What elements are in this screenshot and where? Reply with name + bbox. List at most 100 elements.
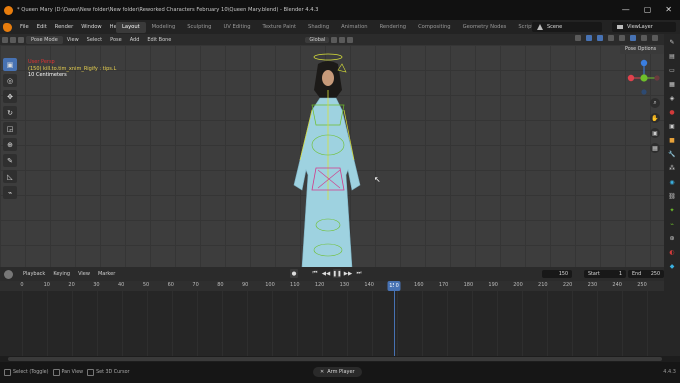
measure-icon[interactable]: ◺: [3, 170, 17, 183]
menu-keying[interactable]: Keying: [49, 271, 74, 277]
bone-constraints-icon[interactable]: ⊛: [667, 233, 678, 244]
material-icon[interactable]: ◐: [667, 247, 678, 258]
object-icon[interactable]: ■: [667, 135, 678, 146]
menu-select[interactable]: Select: [83, 37, 106, 43]
maximize-button[interactable]: ▢: [644, 5, 652, 14]
timeline-ruler[interactable]: 0102030405060708090100110120130140150160…: [0, 281, 664, 291]
pause-icon[interactable]: ❚❚: [332, 269, 342, 278]
tab-modeling[interactable]: Modeling: [146, 22, 182, 33]
particles-icon[interactable]: ⁂: [667, 163, 678, 174]
solid-shading-icon[interactable]: [630, 35, 636, 41]
rotate-icon[interactable]: ↻: [3, 106, 17, 119]
select-mode-icon[interactable]: [10, 36, 16, 43]
jump-end-icon[interactable]: ⏭: [355, 269, 363, 278]
menu-edit-bone[interactable]: Edit Bone: [143, 37, 175, 43]
annotate-icon[interactable]: ✎: [3, 154, 17, 167]
rendered-shading-icon[interactable]: [652, 35, 658, 41]
tab-shading[interactable]: Shading: [302, 22, 335, 33]
pose-options-dropdown[interactable]: Pose Options: [620, 45, 664, 54]
texture-icon[interactable]: ◆: [667, 261, 678, 272]
auto-key-icon[interactable]: ●: [290, 269, 298, 278]
navigation-gizmo[interactable]: [626, 58, 662, 98]
clock-icon[interactable]: [4, 269, 13, 279]
tab-animation[interactable]: Animation: [335, 22, 373, 33]
menu-timeline-view[interactable]: View: [74, 271, 94, 277]
data-icon[interactable]: ✦: [667, 205, 678, 216]
world-icon[interactable]: ●: [667, 107, 678, 118]
blender-menu-icon[interactable]: [3, 22, 12, 32]
grid-icon[interactable]: ▦: [650, 143, 660, 153]
scale-icon[interactable]: ◲: [3, 122, 17, 135]
proportional-edit-icon[interactable]: [347, 36, 354, 43]
timeline-scrollbar[interactable]: [8, 357, 662, 361]
ruler-tick-label: 30: [93, 282, 100, 288]
menu-view[interactable]: View: [63, 37, 83, 43]
move-icon[interactable]: ✥: [3, 90, 17, 103]
tab-texture-paint[interactable]: Texture Paint: [257, 22, 302, 33]
view-layer-icon[interactable]: ▦: [667, 79, 678, 90]
collection-icon[interactable]: ▣: [667, 121, 678, 132]
minimize-button[interactable]: —: [622, 5, 630, 14]
jump-start-icon[interactable]: ⏮: [311, 269, 319, 278]
menu-add[interactable]: Add: [126, 37, 144, 43]
bone-props-icon[interactable]: ⌁: [667, 219, 678, 230]
tab-compositing[interactable]: Compositing: [412, 22, 457, 33]
ruler-tick-label: 110: [290, 282, 300, 288]
current-frame-field[interactable]: 150: [542, 270, 572, 278]
constraints-icon[interactable]: ⛓: [667, 191, 678, 202]
snap-icon[interactable]: [339, 36, 346, 43]
tab-rendering[interactable]: Rendering: [374, 22, 413, 33]
gizmo-z-axis[interactable]: [640, 59, 648, 67]
zoom-icon[interactable]: ⌕: [650, 98, 660, 108]
menu-playback[interactable]: Playback: [19, 271, 49, 277]
gizmo-toggle-icon[interactable]: [586, 35, 592, 41]
transform-icon[interactable]: ⊕: [3, 138, 17, 151]
overlay-toggle-icon[interactable]: [597, 35, 603, 41]
scene-props-icon[interactable]: ◈: [667, 93, 678, 104]
output-icon[interactable]: ▭: [667, 65, 678, 76]
window-controls: — ▢ ✕: [622, 5, 672, 14]
start-frame-field[interactable]: Start 1: [584, 270, 626, 278]
timeline-body[interactable]: [0, 291, 664, 356]
physics-icon[interactable]: ◉: [667, 177, 678, 188]
transform-orientation-dropdown[interactable]: Global: [305, 36, 330, 43]
gizmo-neg-z-axis[interactable]: [641, 89, 647, 95]
pivot-icon[interactable]: [331, 36, 338, 43]
editor-type-icon[interactable]: [2, 36, 8, 43]
character-model[interactable]: [282, 50, 382, 270]
gizmo-neg-x-axis[interactable]: [654, 75, 660, 81]
tab-uv-editing[interactable]: UV Editing: [217, 22, 256, 33]
keyframe-prev-icon[interactable]: ◀◀: [322, 269, 330, 278]
menu-edit[interactable]: Edit: [33, 24, 51, 30]
scene-selector[interactable]: Scene: [532, 22, 602, 32]
hand-icon[interactable]: ✋: [650, 113, 660, 123]
render-icon[interactable]: ▤: [667, 51, 678, 62]
tool-settings-icon[interactable]: ✎: [667, 37, 678, 48]
gizmo-y-axis[interactable]: [640, 74, 648, 82]
view-layer-selector[interactable]: ViewLayer: [612, 22, 676, 32]
modifiers-icon[interactable]: 🔧: [667, 149, 678, 160]
menu-marker[interactable]: Marker: [94, 271, 119, 277]
bone-icon[interactable]: ⌁: [3, 186, 17, 199]
playhead[interactable]: [394, 281, 395, 356]
tab-sculpting[interactable]: Sculpting: [181, 22, 217, 33]
tab-layout[interactable]: Layout: [116, 21, 146, 33]
xray-icon[interactable]: [608, 35, 614, 41]
end-frame-field[interactable]: End 250: [628, 270, 664, 278]
cursor-icon[interactable]: ◎: [3, 74, 17, 87]
menu-window[interactable]: Window: [77, 24, 105, 30]
select-box-icon[interactable]: ▣: [3, 58, 17, 71]
camera-icon[interactable]: ▣: [650, 128, 660, 138]
close-button[interactable]: ✕: [665, 5, 672, 14]
menu-render[interactable]: Render: [51, 24, 77, 30]
menu-pose[interactable]: Pose: [106, 37, 126, 43]
gizmo-x-axis[interactable]: [627, 74, 635, 82]
keyframe-next-icon[interactable]: ▶▶: [344, 269, 352, 278]
select-extend-icon[interactable]: [18, 36, 24, 43]
material-shading-icon[interactable]: [641, 35, 647, 41]
visibility-icon[interactable]: [575, 35, 581, 41]
tab-geometry-nodes[interactable]: Geometry Nodes: [457, 22, 513, 33]
menu-file[interactable]: File: [16, 24, 33, 30]
wireframe-shading-icon[interactable]: [619, 35, 625, 41]
mode-dropdown[interactable]: Pose Mode: [26, 35, 63, 44]
